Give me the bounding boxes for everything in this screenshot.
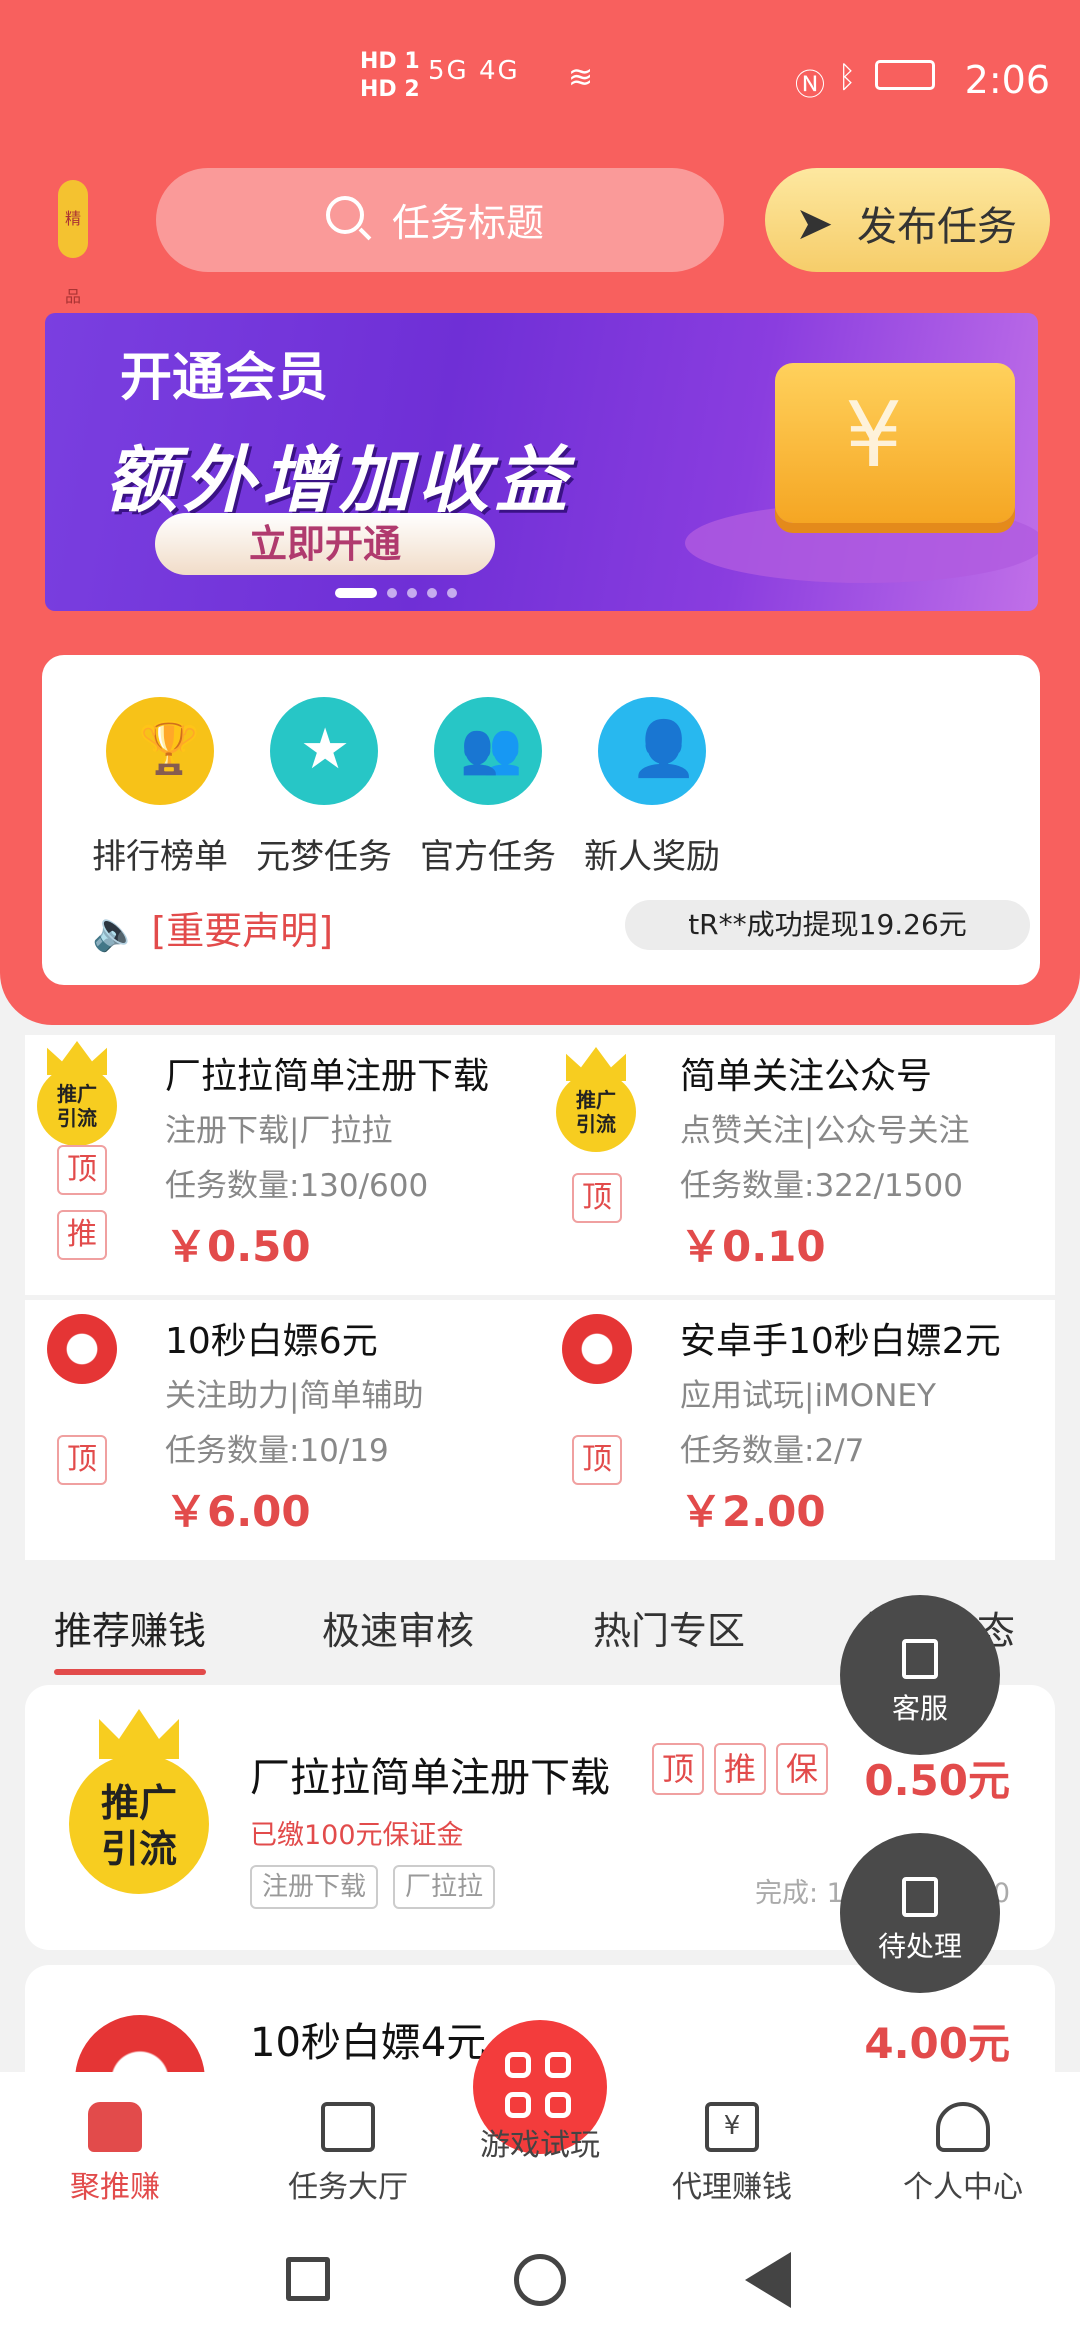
- top-tag: 顶: [57, 1145, 107, 1195]
- deposit-note: 已缴100元保证金: [250, 1820, 464, 1851]
- top-tag: 顶: [572, 1435, 622, 1485]
- top-tag: 顶: [572, 1173, 622, 1223]
- recommend-tag: 推: [57, 1210, 107, 1260]
- banner-cta-button[interactable]: 立即开通: [155, 513, 495, 575]
- red-envelope-icon: [47, 1314, 117, 1384]
- category-chip: 厂拉拉: [393, 1865, 496, 1909]
- carousel-dots: [335, 583, 467, 602]
- star-icon: ★: [270, 697, 378, 805]
- nav-agent[interactable]: ¥ 代理赚钱: [632, 2102, 832, 2206]
- recommend-tag: 推: [714, 1743, 766, 1795]
- nav-task-hall[interactable]: 任务大厅: [248, 2102, 448, 2206]
- person-outline-icon: [936, 2102, 990, 2152]
- task-count: 任务数量:130/600: [165, 1168, 429, 1204]
- grid-task-card[interactable]: 推广 引流 顶 推 厂拉拉简单注册下载 注册下载|厂拉拉 任务数量:130/600…: [25, 1035, 540, 1295]
- quick-newbie[interactable]: 👤 新人奖励: [552, 697, 752, 878]
- task-price: 0.50元: [864, 1756, 1010, 1805]
- task-category: 应用试玩|iMONEY: [680, 1378, 936, 1414]
- publish-label: 发布任务: [857, 204, 1017, 250]
- speaker-icon: 🔈: [92, 909, 152, 953]
- task-count: 任务数量:322/1500: [680, 1168, 963, 1204]
- document-icon: [902, 1639, 938, 1679]
- task-category: 关注助力|简单辅助: [165, 1378, 424, 1414]
- wallet-icon: [775, 363, 1015, 523]
- nav-profile[interactable]: 个人中心: [863, 2102, 1063, 2206]
- system-nav-bar: [0, 2222, 1080, 2340]
- banner-line1: 开通会员: [120, 348, 329, 408]
- wifi-icon: ≋: [568, 60, 594, 95]
- hd-indicator: HD 1 HD 2: [360, 49, 420, 102]
- status-bar: HD 1 HD 2 5G 4G ≋ Ⓝ ᛒ 2:06: [0, 40, 1080, 120]
- bottom-nav: 聚推赚 任务大厅 游戏试玩 ¥ 代理赚钱 个人中心: [0, 2020, 1080, 2222]
- task-title: 简单关注公众号: [680, 1056, 933, 1097]
- task-title: 10秒白嫖6元: [165, 1321, 378, 1362]
- task-title: 厂拉拉简单注册下载: [165, 1056, 490, 1097]
- red-envelope-icon: [562, 1314, 632, 1384]
- withdraw-notice: tR**成功提现19.26元: [625, 900, 1030, 950]
- recent-apps-button[interactable]: [286, 2257, 330, 2301]
- nav-game-trial[interactable]: 游戏试玩: [440, 2120, 640, 2164]
- promo-banner[interactable]: 开通会员 额外增加收益 立即开通: [45, 313, 1038, 611]
- banner-line2: 额外增加收益: [105, 438, 574, 522]
- customer-service-button[interactable]: 客服: [840, 1595, 1000, 1755]
- person-icon: 👤: [598, 697, 706, 805]
- search-placeholder: 任务标题: [392, 201, 545, 245]
- nav-home[interactable]: 聚推赚: [15, 2102, 215, 2206]
- task-title: 10秒白嫖4元: [250, 2020, 487, 2066]
- task-title: 安卓手10秒白嫖2元: [680, 1321, 1001, 1362]
- grid-task-card[interactable]: 推广 引流 顶 简单关注公众号 点赞关注|公众号关注 任务数量:322/1500 …: [540, 1035, 1055, 1295]
- search-icon: [326, 196, 364, 234]
- clock: 2:06: [964, 58, 1050, 102]
- tab-hot[interactable]: 热门专区: [593, 1600, 745, 1655]
- nfc-icon: Ⓝ: [795, 68, 825, 103]
- bluetooth-icon: ᛒ: [838, 60, 856, 95]
- task-price: ￥0.10: [680, 1222, 826, 1271]
- clipboard-check-icon: [321, 2102, 375, 2152]
- task-price: ￥2.00: [680, 1487, 826, 1536]
- publish-task-button[interactable]: ➤ 发布任务: [765, 168, 1050, 272]
- quick-label: 新人奖励: [584, 837, 720, 877]
- top-tag: 顶: [57, 1435, 107, 1485]
- trophy-icon: 🏆: [106, 697, 214, 805]
- tab-recommend[interactable]: 推荐赚钱: [54, 1600, 207, 1675]
- task-price: ￥6.00: [165, 1487, 311, 1536]
- task-title: 厂拉拉简单注册下载: [250, 1755, 610, 1801]
- task-count: 任务数量:2/7: [680, 1433, 865, 1469]
- group-icon: 👥: [434, 697, 542, 805]
- battery-icon: [875, 60, 935, 90]
- home-icon: [88, 2102, 142, 2152]
- task-count: 任务数量:10/19: [165, 1433, 389, 1469]
- promo-crown-icon: 推广 引流: [69, 1709, 209, 1894]
- promo-crown-icon: 推广 引流: [556, 1047, 636, 1152]
- promo-crown-icon: 推广 引流: [37, 1041, 117, 1146]
- paper-plane-icon: ➤: [795, 196, 834, 250]
- grid-task-card[interactable]: 顶 安卓手10秒白嫖2元 应用试玩|iMONEY 任务数量:2/7 ￥2.00: [540, 1300, 1055, 1560]
- back-button[interactable]: [745, 2252, 791, 2308]
- task-category: 注册下载|厂拉拉: [165, 1113, 393, 1149]
- document-icon: [902, 1877, 938, 1917]
- search-bar[interactable]: 任务标题: [156, 168, 724, 272]
- app-logo[interactable]: 精品: [58, 180, 88, 306]
- task-category: 点赞关注|公众号关注: [680, 1113, 970, 1149]
- announcement-link[interactable]: 🔈 [重要声明]: [92, 900, 333, 955]
- task-price: ￥0.50: [165, 1222, 311, 1271]
- header-background: HD 1 HD 2 5G 4G ≋ Ⓝ ᛒ 2:06 精品 任务标题 ➤ 发布任务…: [0, 0, 1080, 1025]
- pending-button[interactable]: 待处理: [840, 1833, 1000, 1993]
- quick-actions-card: 🏆 排行榜单 ★ 元梦任务 👥 官方任务 👤 新人奖励 🔈 [重要声明] tR*…: [42, 655, 1040, 985]
- tab-fast-review[interactable]: 极速审核: [322, 1600, 474, 1655]
- money-envelope-icon: ¥: [705, 2102, 759, 2152]
- task-price: 4.00元: [864, 2019, 1010, 2068]
- category-chip: 注册下载: [250, 1865, 379, 1909]
- grid-task-card[interactable]: 顶 10秒白嫖6元 关注助力|简单辅助 任务数量:10/19 ￥6.00: [25, 1300, 540, 1560]
- signal-icon: 5G 4G: [428, 56, 520, 86]
- guarantee-tag: 保: [776, 1743, 828, 1795]
- top-tag: 顶: [652, 1743, 704, 1795]
- home-button[interactable]: [514, 2254, 566, 2306]
